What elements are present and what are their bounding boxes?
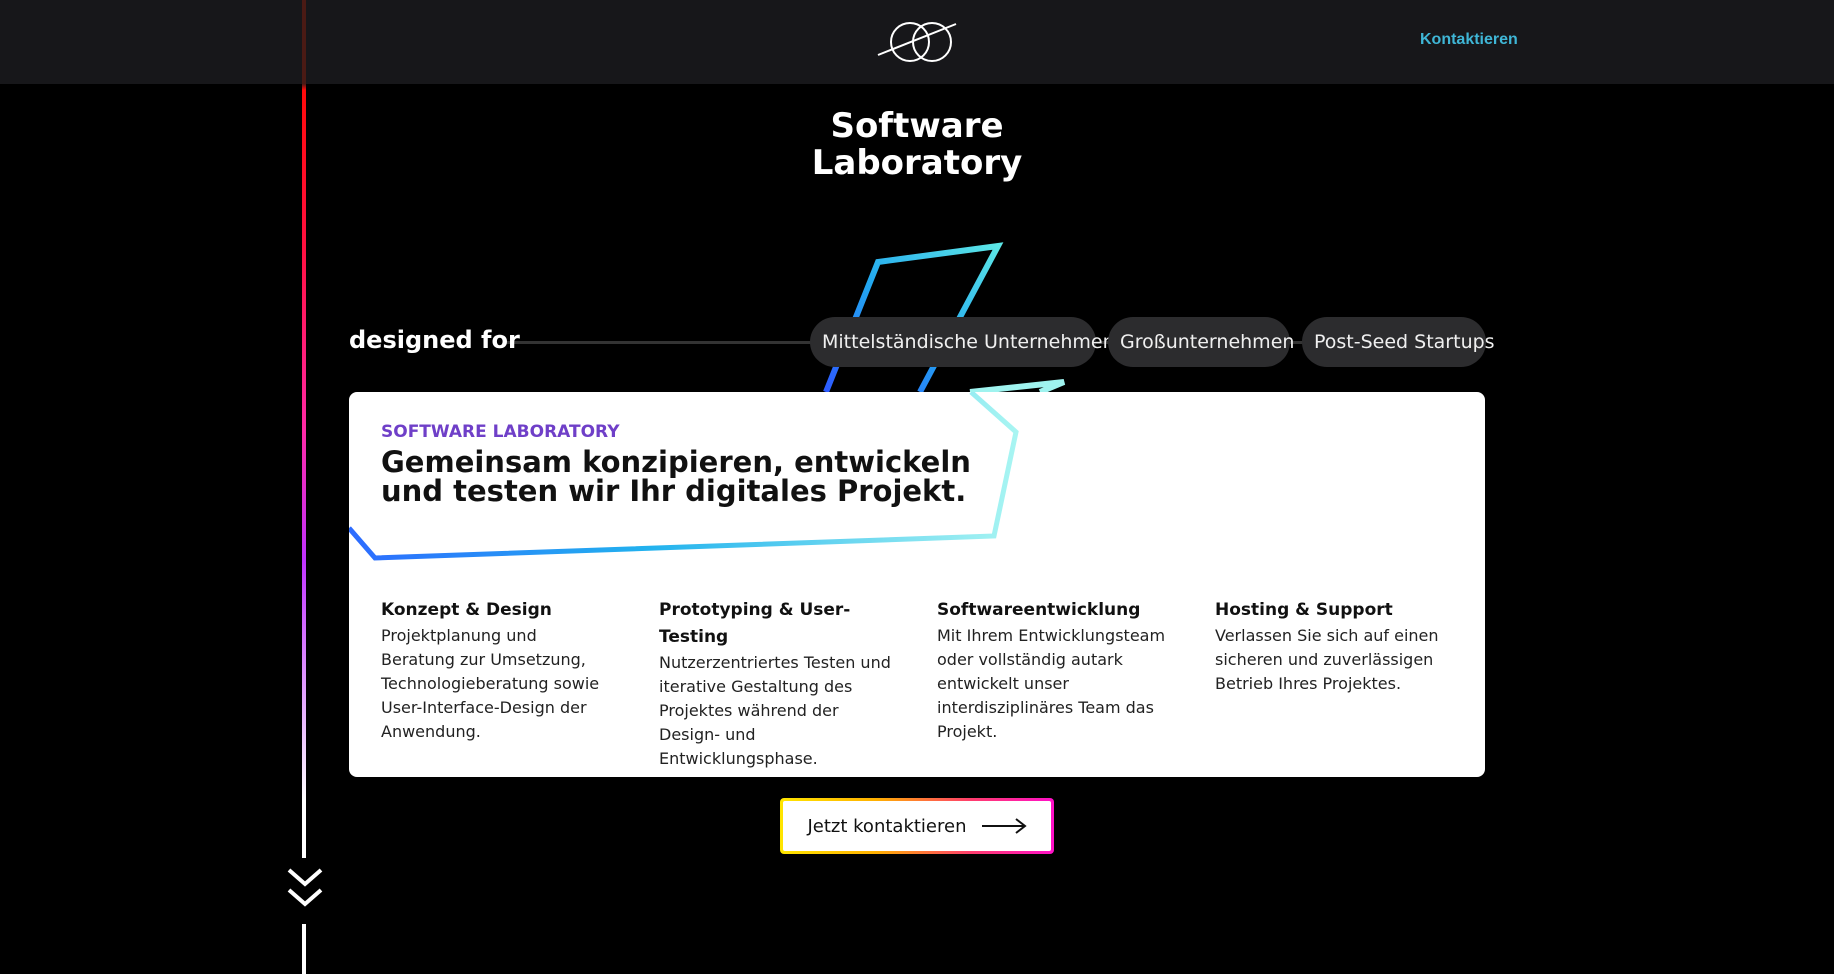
feature-concept-design: Konzept & Design Projektplanung und Bera… <box>381 597 613 771</box>
contact-cta-inner: Jetzt kontaktieren <box>783 801 1051 851</box>
audience-tag-post-seed-startups[interactable]: Post-Seed Startups <box>1302 317 1495 367</box>
feature-text: Projektplanung und Beratung zur Umsetzun… <box>381 626 600 741</box>
audience-tag-grossunternehmen[interactable]: Großunternehmen <box>1108 317 1294 367</box>
feature-hosting-support: Hosting & Support Verlassen Sie sich auf… <box>1215 597 1447 771</box>
service-card: SOFTWARE LABORATORY Gemeinsam konzipiere… <box>349 392 1485 777</box>
chevron-double-down-icon[interactable] <box>285 866 325 914</box>
card-heading-line-2: und testen wir Ihr digitales Projekt. <box>381 474 967 508</box>
feature-text: Nutzerzentriertes Testen und iterative G… <box>659 653 891 768</box>
card-eyebrow: SOFTWARE LABORATORY <box>381 422 620 442</box>
feature-text: Verlassen Sie sich auf einen sicheren un… <box>1215 626 1439 693</box>
feature-software-development: Softwareentwicklung Mit Ihrem Entwicklun… <box>937 597 1169 771</box>
progress-timeline <box>302 0 306 858</box>
contact-cta-label: Jetzt kontaktieren <box>807 815 967 837</box>
feature-list: Konzept & Design Projektplanung und Bera… <box>381 597 1461 771</box>
feature-title: Hosting & Support <box>1215 600 1393 620</box>
contact-cta-button[interactable]: Jetzt kontaktieren <box>780 798 1054 854</box>
page-title-line-2: Laboratory <box>811 143 1023 183</box>
feature-title: Softwareentwicklung <box>937 600 1141 620</box>
card-heading-line-1: Gemeinsam konzipieren, entwickeln <box>381 445 971 479</box>
orbit-logo-icon[interactable] <box>876 18 960 66</box>
feature-title: Prototyping & User-Testing <box>659 600 851 647</box>
feature-title: Konzept & Design <box>381 600 552 620</box>
card-heading: Gemeinsam konzipieren, entwickeln und te… <box>381 448 1001 506</box>
nav-contact-link[interactable]: Kontaktieren <box>1420 31 1518 49</box>
page-title: Software Laboratory <box>717 108 1117 182</box>
audience-tag-mittelstand[interactable]: Mittelständische Unternehmen <box>810 317 1115 367</box>
feature-prototyping: Prototyping & User-Testing Nutzerzentrie… <box>659 597 891 771</box>
top-navigation-bar: Kontaktieren <box>0 0 1834 84</box>
designed-for-label: designed for <box>349 326 520 354</box>
page-title-line-1: Software <box>830 106 1004 146</box>
arrow-right-icon <box>981 818 1027 834</box>
feature-text: Mit Ihrem Entwicklungsteam oder vollstän… <box>937 626 1166 741</box>
audience-tag-list: Mittelständische Unternehmen Großunterne… <box>810 317 1495 367</box>
timeline-tail <box>302 924 306 974</box>
